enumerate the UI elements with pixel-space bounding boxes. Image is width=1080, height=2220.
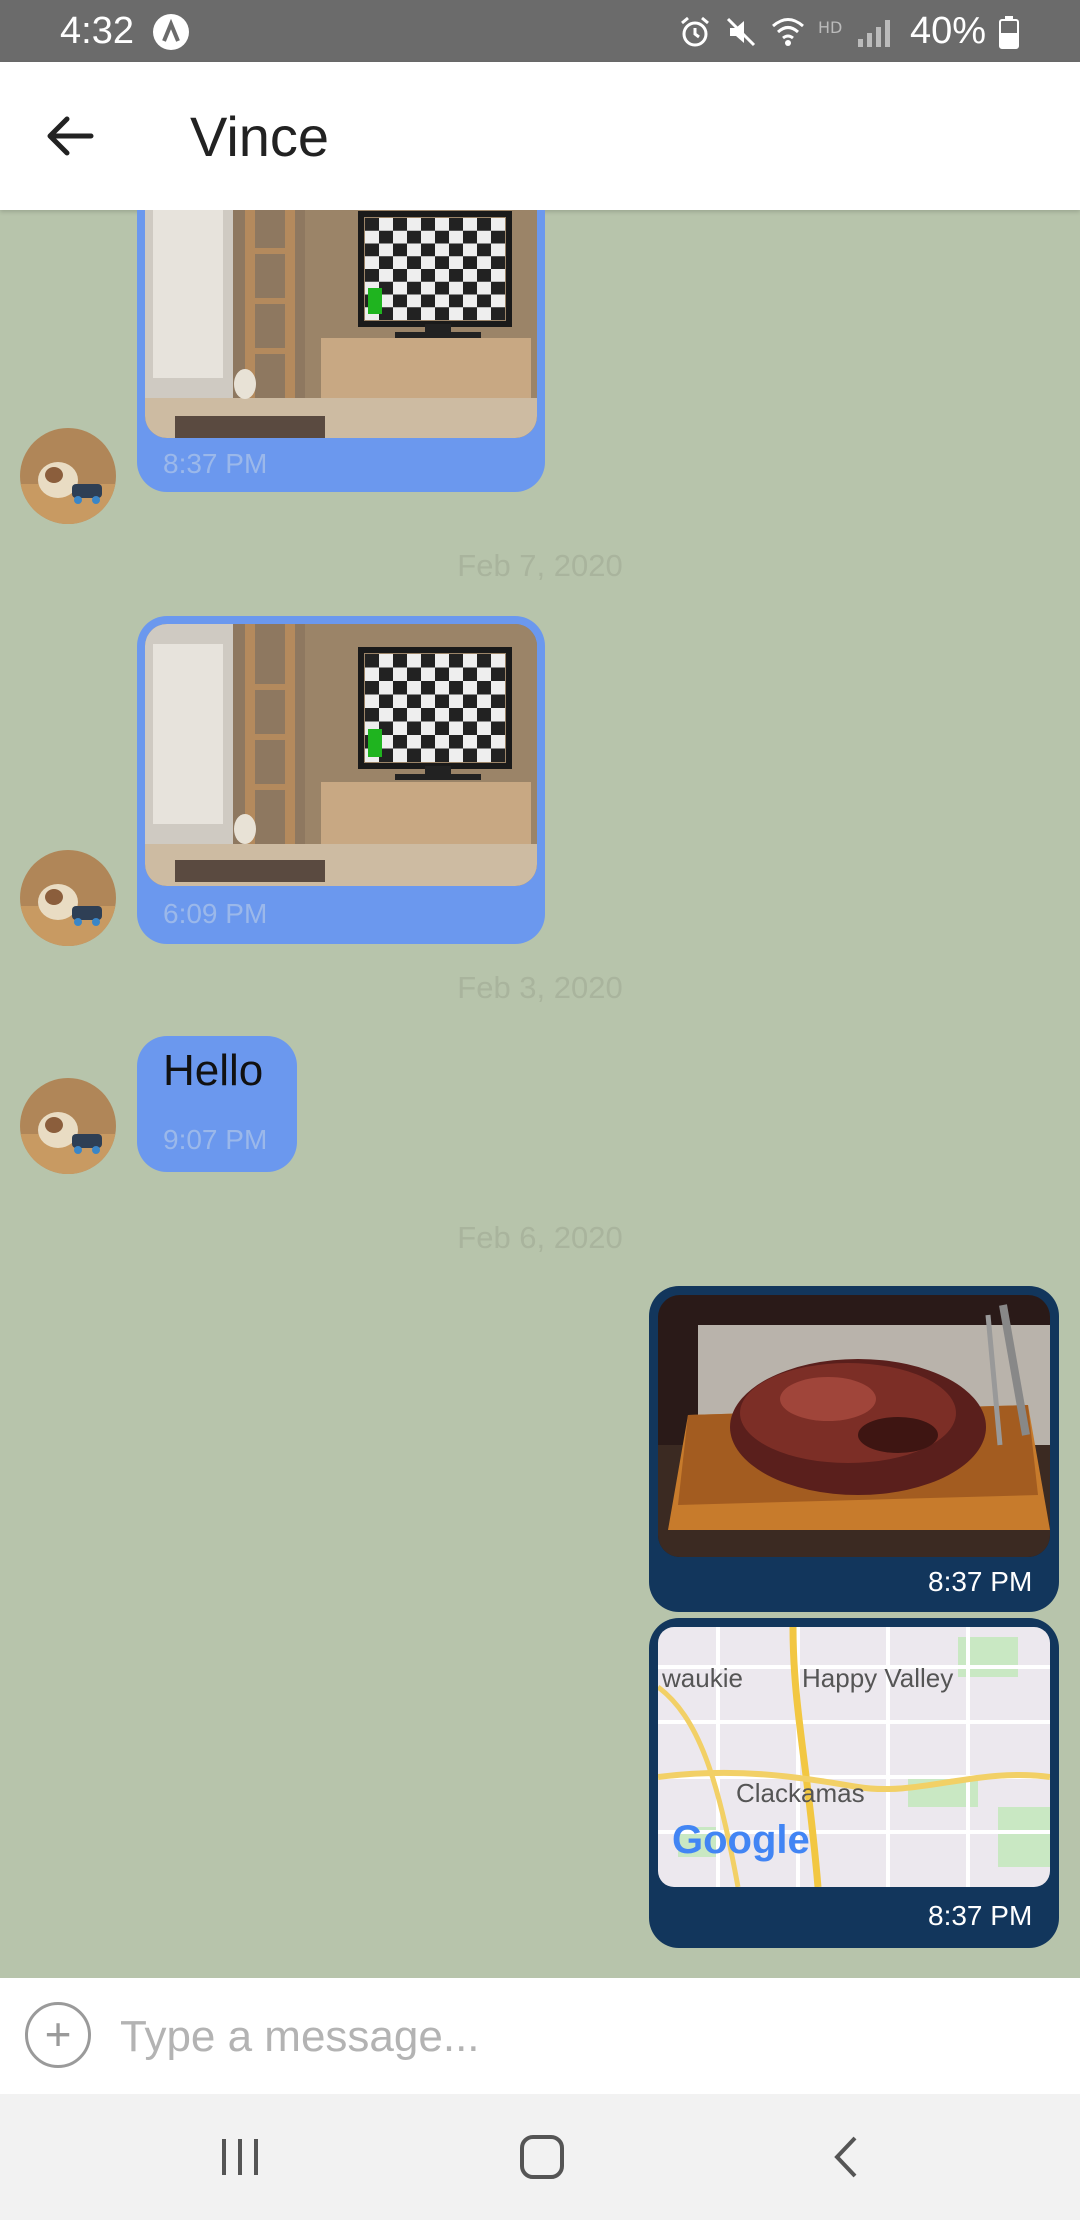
message-list[interactable]: 8:37 PM Feb 7, 2020 6:09 PM Feb 3, 2020 … [0,210,1080,1978]
battery-percent: 40% [909,10,986,52]
back-nav-button[interactable] [806,2124,886,2190]
message-bubble-incoming[interactable]: Hello 9:07 PM [137,1036,297,1172]
message-image[interactable] [145,624,537,886]
message-bubble-incoming[interactable]: 6:09 PM [137,616,545,944]
avatar[interactable] [20,1078,116,1174]
status-time: 4:32 [60,10,134,52]
recent-apps-button[interactable] [200,2124,280,2190]
avatar[interactable] [20,428,116,524]
recent-apps-icon [222,2139,258,2175]
message-bubble-outgoing[interactable]: waukie Happy Valley Clackamas Google 8:3… [649,1618,1059,1948]
mute-icon [726,17,755,46]
map-label: Happy Valley [802,1663,953,1693]
message-time: 9:07 PM [163,1124,268,1155]
home-button[interactable] [502,2124,582,2190]
message-image[interactable] [658,1295,1050,1557]
message-input[interactable] [118,2000,1022,2074]
avatar[interactable] [20,850,116,946]
message-time: 8:37 PM [928,1566,1033,1597]
plus-icon: + [44,2008,72,2060]
map-label: Clackamas [736,1778,865,1808]
back-nav-icon [834,2136,857,2178]
svg-text:HD: HD [818,18,842,37]
app-notification-icon [153,14,189,50]
message-text: Hello [163,1046,264,1095]
map-label: waukie [661,1663,743,1693]
message-time: 6:09 PM [163,898,268,929]
status-bar: 4:32 HD 40% [0,0,1080,62]
message-image[interactable] [145,210,537,438]
date-separator: Feb 7, 2020 [457,548,623,583]
contact-name: Vince [190,105,330,168]
message-composer: + [0,1978,1080,2094]
message-bubble-incoming[interactable]: 8:37 PM [137,210,545,492]
hd-signal-icon: HD [818,18,890,47]
map-brand-logo: Google [672,1818,810,1862]
message-time: 8:37 PM [928,1900,1033,1931]
wifi-icon [771,17,804,46]
arrow-back-icon [47,116,94,156]
alarm-icon [680,16,709,46]
system-icons: HD 40% [678,10,1020,53]
battery-icon [999,15,1019,49]
message-bubble-outgoing[interactable]: 8:37 PM [649,1286,1059,1612]
conversation-header: Vince [0,62,1080,210]
message-time: 8:37 PM [163,448,268,479]
add-attachment-button[interactable]: + [25,2002,91,2068]
back-button[interactable] [30,96,110,176]
date-separator: Feb 6, 2020 [457,1220,623,1255]
system-navigation-bar [0,2094,1080,2220]
home-icon [520,2135,564,2179]
date-separator: Feb 3, 2020 [457,970,623,1005]
map-preview[interactable]: waukie Happy Valley Clackamas Google [658,1627,1050,1887]
